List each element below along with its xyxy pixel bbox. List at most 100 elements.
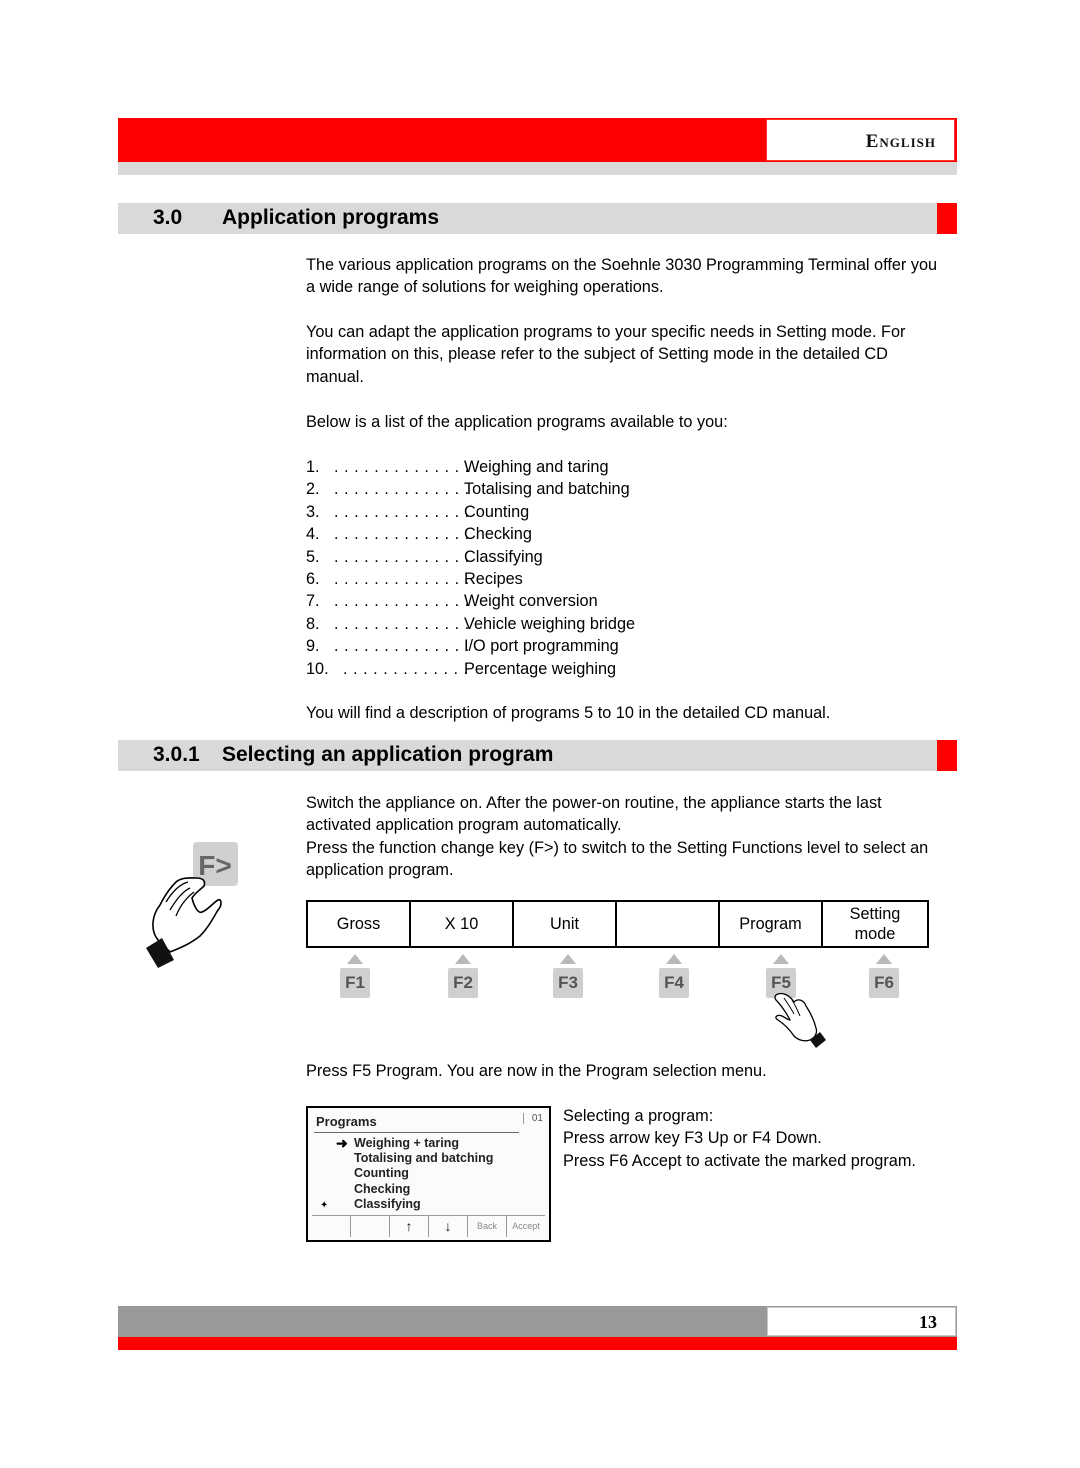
up-triangle-icon [876, 954, 892, 964]
leader-dots: . . . . . . . . . . . . . . [334, 637, 470, 656]
item-number: 9. [306, 637, 320, 656]
item-number: 6. [306, 569, 320, 588]
screen-title: Programs [316, 1114, 377, 1129]
up-triangle-icon [773, 954, 789, 964]
key-label: F4 [659, 968, 689, 998]
fkey-label-cell: Program [718, 900, 823, 948]
up-triangle-icon [455, 954, 471, 964]
leader-dots: . . . . . . . . . . . . . . [334, 569, 470, 588]
up-triangle-icon [560, 954, 576, 964]
section-number: 3.0 [153, 206, 183, 229]
paragraph-text: You can adapt the application programs t… [306, 323, 906, 386]
item-number: 2. [306, 480, 320, 499]
item-label: Classifying [464, 547, 543, 566]
note-paragraph: You will find a description of programs … [306, 702, 946, 724]
list-intro-paragraph: Below is a list of the application progr… [306, 411, 946, 433]
screen-list-item[interactable]: Counting [354, 1166, 493, 1181]
paragraph-text: Switch the appliance on. After the power… [306, 794, 882, 835]
function-key-labels-table: Gross X 10 Unit Program Setting mode [306, 900, 929, 948]
item-label: Recipes [464, 569, 523, 588]
instruction-line: Selecting a program: [563, 1107, 714, 1125]
language-box: English [766, 119, 955, 161]
item-label: Weight conversion [464, 592, 598, 611]
subsection-number: 3.0.1 [153, 743, 200, 766]
page-number: 13 [919, 1312, 937, 1332]
language-label: English [865, 131, 936, 152]
softkey-f1[interactable] [312, 1216, 350, 1237]
item-number: 7. [306, 592, 320, 611]
key-label: F3 [553, 968, 583, 998]
item-number: 8. [306, 614, 320, 633]
pointing-hand-icon [770, 990, 830, 1050]
section-heading-bar: 3.0 Application programs [118, 203, 957, 234]
footer-red-band [118, 1337, 957, 1350]
leader-dots: . . . . . . . . . . . . . . [334, 502, 470, 521]
fkey-label-cell: Setting mode [821, 900, 929, 948]
paragraph-text: Below is a list of the application progr… [306, 413, 728, 431]
section-title: Application programs [222, 206, 440, 229]
title-underline [314, 1132, 519, 1133]
item-number: 3. [306, 502, 320, 521]
fkey-label-cell: Unit [512, 900, 617, 948]
subsection-heading-bar: 3.0.1 Selecting an application program [118, 740, 957, 771]
screen-list-item[interactable]: Totalising and batching [354, 1151, 493, 1166]
screen-softkey-bar: ↑ ↓ Back Accept [312, 1215, 545, 1237]
item-label: Checking [464, 525, 532, 544]
screen-list-item[interactable]: Checking [354, 1182, 493, 1197]
fkey-label-cell: Gross [306, 900, 411, 948]
f2-key[interactable]: F2 [446, 954, 480, 998]
softkey-down-arrow-icon[interactable]: ↓ [428, 1216, 467, 1237]
fkey-label-cell [615, 900, 720, 948]
screen-list-item[interactable]: Weighing + taring [354, 1136, 493, 1151]
item-label: Counting [464, 502, 530, 521]
instruction-line: Press arrow key F3 Up or F4 Down. [563, 1129, 822, 1148]
program-selection-screen: Programs 01 ➜ Weighing + taring Totalisi… [306, 1106, 551, 1242]
leader-dots: . . . . . . . . . . . . . . [334, 525, 470, 544]
header-gray-band [118, 162, 957, 175]
paragraph-text: The various application programs on the … [306, 256, 938, 297]
page-number-box: 13 [767, 1307, 956, 1336]
up-triangle-icon [666, 954, 682, 964]
paragraph-text: Press the function change key (F>) to sw… [306, 838, 929, 880]
f6-key[interactable]: F6 [867, 954, 901, 998]
section-accent-block [937, 203, 957, 234]
more-items-icon: ✦ [320, 1200, 329, 1211]
item-label: Percentage weighing [464, 659, 617, 678]
screen-page-number: 01 [522, 1113, 543, 1124]
key-label: F6 [869, 968, 899, 998]
leader-dots: . . . . . . . . . . . . . . [334, 547, 470, 566]
fkey-label-cell: X 10 [409, 900, 514, 948]
key-label: F1 [340, 968, 370, 998]
screen-program-list: Weighing + taring Totalising and batchin… [354, 1136, 493, 1212]
f4-key[interactable]: F4 [657, 954, 691, 998]
leader-dots: . . . . . . . . . . . . . . [334, 480, 470, 499]
item-label: Totalising and batching [464, 480, 630, 499]
item-label: I/O port programming [464, 637, 619, 656]
f1-key[interactable]: F1 [338, 954, 372, 998]
item-label: Weighing and taring [464, 458, 609, 476]
instruction-line: Press F6 Accept to activate the marked p… [563, 1151, 916, 1170]
intro-paragraph: The various application programs on the … [306, 254, 946, 299]
instruction-paragraph: Press F5 Program. You are now in the Pro… [306, 1060, 946, 1082]
softkey-up-arrow-icon[interactable]: ↑ [389, 1216, 428, 1237]
selection-arrow-icon: ➜ [336, 1135, 348, 1151]
setting-mode-paragraph: You can adapt the application programs t… [306, 321, 946, 388]
leader-dots: . . . . . . . . . . . . . . [334, 592, 470, 611]
item-number: 10. [306, 659, 329, 678]
function-change-key-icon: F> [140, 840, 240, 970]
softkey-f2[interactable] [350, 1216, 389, 1237]
leader-dots: . . . . . . . . . . . . . . [334, 458, 470, 476]
selection-instructions: Selecting a program: Press arrow key F3 … [563, 1105, 916, 1172]
f3-key[interactable]: F3 [551, 954, 585, 998]
leader-dots: . . . . . . . . . . . . . [343, 659, 469, 678]
fkey-label: F> [198, 850, 231, 881]
section-accent-block [937, 740, 957, 771]
key-label: F2 [448, 968, 478, 998]
softkey-back[interactable]: Back [467, 1216, 506, 1237]
screen-list-item[interactable]: Classifying [354, 1197, 493, 1212]
leader-dots: . . . . . . . . . . . . . . [334, 614, 470, 633]
up-triangle-icon [347, 954, 363, 964]
softkey-accept[interactable]: Accept [506, 1216, 545, 1237]
paragraph-text: You will find a description of programs … [306, 704, 831, 722]
paragraph-text: Press F5 Program. You are now in the Pro… [306, 1062, 767, 1080]
